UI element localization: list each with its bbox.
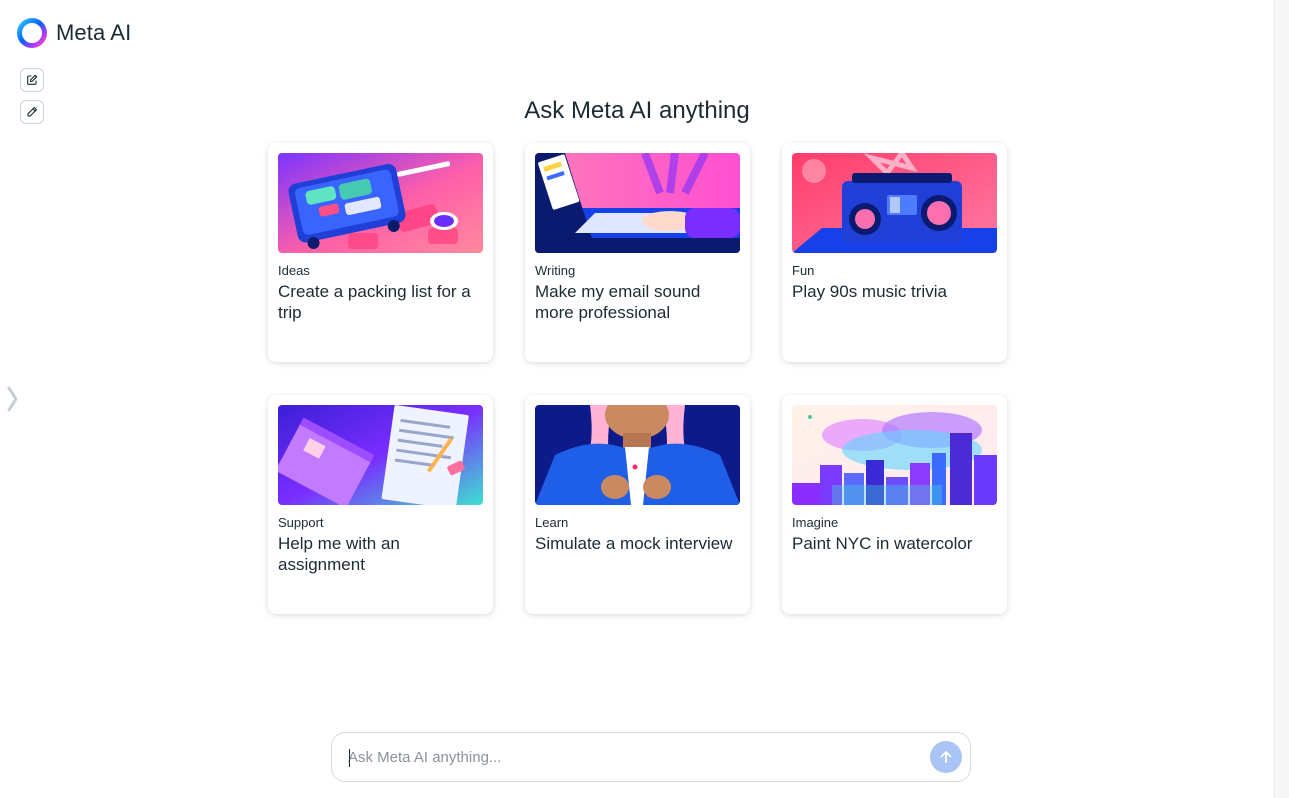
card-category: Imagine — [792, 515, 839, 530]
boombox-illustration — [792, 153, 997, 253]
suggestion-card-ideas[interactable]: Ideas Create a packing list for a trip — [268, 143, 493, 362]
card-category: Support — [278, 515, 324, 530]
notebook-illustration — [278, 405, 483, 505]
sidebar-expand-button[interactable] — [5, 386, 19, 412]
prompt-input[interactable] — [348, 742, 918, 772]
text-caret — [349, 749, 350, 767]
interview-illustration — [535, 405, 740, 505]
app-name: Meta AI — [56, 20, 132, 45]
card-title: Make my email sound more professional — [535, 282, 701, 322]
card-category: Learn — [535, 515, 569, 530]
card-category: Fun — [792, 263, 815, 278]
suitcase-illustration — [278, 153, 483, 253]
suggestion-card-fun[interactable]: Fun Play 90s music trivia — [782, 143, 1007, 362]
card-title: Help me with an assignment — [278, 534, 400, 574]
card-category: Writing — [535, 263, 576, 278]
meta-ai-logo[interactable]: Meta AI — [16, 16, 131, 50]
new-chat-button[interactable] — [20, 68, 44, 92]
send-button[interactable] — [930, 741, 962, 773]
card-title: Simulate a mock interview — [535, 534, 733, 553]
scrollbar[interactable] — [1274, 0, 1289, 798]
meta-ai-home: Meta AI Ask Meta AI anything Ideas Creat… — [0, 0, 1289, 798]
suggestion-card-support[interactable]: Support Help me with an assignment — [268, 395, 493, 614]
suggestion-card-writing[interactable]: Writing Make my email sound more profess… — [525, 143, 750, 362]
card-title: Create a packing list for a trip — [278, 282, 471, 322]
message-composer — [331, 732, 971, 782]
card-title: Play 90s music trivia — [792, 282, 947, 301]
new-chat-icon — [27, 74, 38, 85]
suggestion-card-imagine[interactable]: Imagine Paint NYC in watercolor — [782, 395, 1007, 614]
city-watercolor-illustration — [792, 405, 997, 505]
card-category: Ideas — [278, 263, 310, 278]
arrow-up-icon — [940, 751, 952, 763]
chevron-right-icon — [7, 386, 18, 412]
card-title: Paint NYC in watercolor — [792, 534, 973, 553]
suggestion-card-learn[interactable]: Learn Simulate a mock interview — [525, 395, 750, 614]
meta-ai-ring-icon — [17, 18, 47, 48]
laptop-illustration — [535, 153, 740, 253]
page-title: Ask Meta AI anything — [524, 97, 750, 124]
